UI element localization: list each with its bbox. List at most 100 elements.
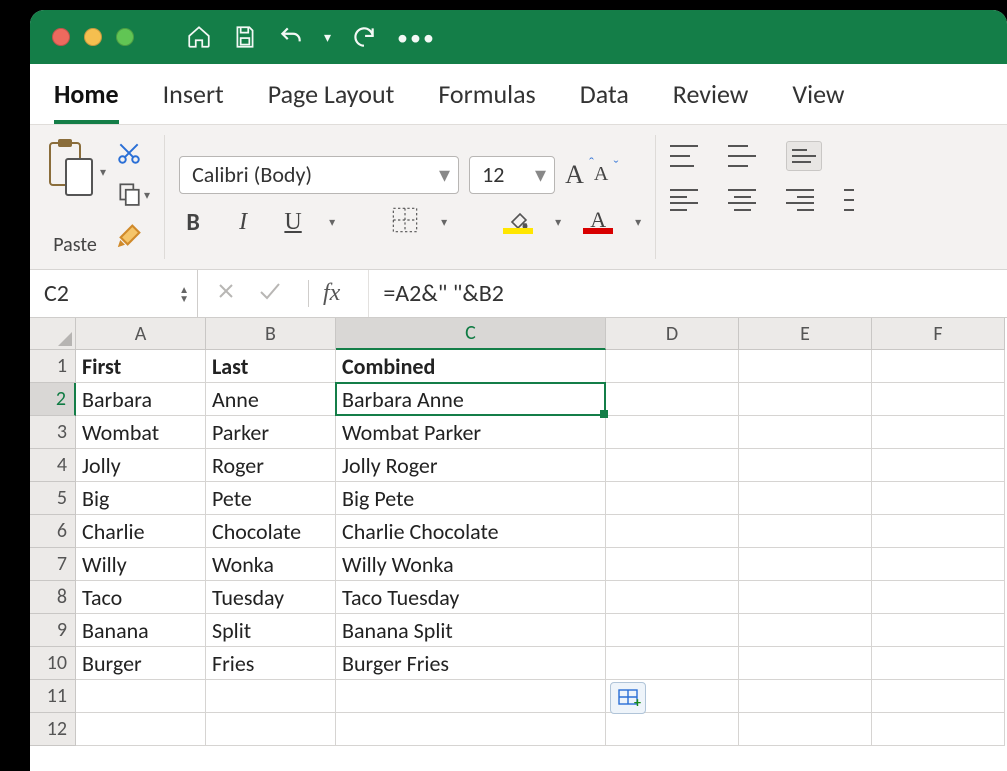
tab-formulas[interactable]: Formulas	[438, 78, 535, 124]
redo-icon[interactable]	[351, 24, 377, 50]
cell[interactable]	[872, 548, 1005, 581]
cell[interactable]	[206, 713, 336, 746]
cell[interactable]	[872, 680, 1005, 713]
cell[interactable]	[872, 482, 1005, 515]
row-header[interactable]: 12	[30, 713, 76, 746]
font-color-button[interactable]: A	[583, 210, 613, 234]
increase-font-icon[interactable]: A	[565, 160, 584, 190]
close-window-button[interactable]	[52, 28, 70, 46]
tab-insert[interactable]: Insert	[163, 78, 224, 124]
underline-dropdown-icon[interactable]: ▾	[329, 215, 335, 230]
row-header[interactable]: 4	[30, 449, 76, 482]
accept-formula-icon[interactable]	[258, 281, 282, 306]
cell[interactable]: Banana	[76, 614, 206, 647]
column-header[interactable]: E	[739, 318, 872, 350]
cell[interactable]	[606, 614, 739, 647]
row-header[interactable]: 6	[30, 515, 76, 548]
cell[interactable]	[606, 383, 739, 416]
row-header[interactable]: 1	[30, 350, 76, 383]
cancel-formula-icon[interactable]	[216, 281, 236, 306]
cell[interactable]: Jolly	[76, 449, 206, 482]
row-header[interactable]: 3	[30, 416, 76, 449]
bold-button[interactable]: B	[179, 208, 207, 237]
font-color-dropdown-icon[interactable]: ▾	[635, 215, 641, 230]
row-header[interactable]: 7	[30, 548, 76, 581]
cell[interactable]	[739, 548, 872, 581]
cell[interactable]: Anne	[206, 383, 336, 416]
copy-icon[interactable]	[116, 180, 142, 211]
cell[interactable]	[739, 680, 872, 713]
cell[interactable]	[739, 581, 872, 614]
align-middle-icon[interactable]	[728, 145, 756, 167]
cell[interactable]	[739, 647, 872, 680]
font-name-select[interactable]: Calibri (Body) ▾	[179, 156, 459, 194]
cell[interactable]	[872, 614, 1005, 647]
cell[interactable]: Jolly Roger	[336, 449, 606, 482]
cell[interactable]: Taco Tuesday	[336, 581, 606, 614]
cells-area[interactable]: FirstLastCombinedBarbaraAnneBarbara Anne…	[76, 350, 1005, 746]
cell[interactable]: Willy Wonka	[336, 548, 606, 581]
tab-data[interactable]: Data	[580, 78, 629, 124]
cell[interactable]	[739, 713, 872, 746]
align-right-icon[interactable]	[786, 189, 814, 211]
column-header[interactable]: C	[336, 318, 606, 350]
zoom-window-button[interactable]	[116, 28, 134, 46]
cell[interactable]	[336, 713, 606, 746]
fill-color-button[interactable]	[503, 210, 533, 234]
cell[interactable]: Burger	[76, 647, 206, 680]
tab-view[interactable]: View	[792, 78, 844, 124]
cell[interactable]	[606, 548, 739, 581]
row-header[interactable]: 11	[30, 680, 76, 713]
paste-dropdown-icon[interactable]: ▾	[100, 165, 106, 180]
save-icon[interactable]	[232, 24, 258, 50]
cell[interactable]	[206, 680, 336, 713]
cell[interactable]	[872, 416, 1005, 449]
cell[interactable]	[872, 350, 1005, 383]
cell[interactable]	[606, 449, 739, 482]
row-header[interactable]: 9	[30, 614, 76, 647]
cell[interactable]: Wonka	[206, 548, 336, 581]
cell[interactable]	[606, 515, 739, 548]
cell[interactable]	[739, 416, 872, 449]
cell[interactable]: Pete	[206, 482, 336, 515]
align-left-icon[interactable]	[670, 189, 698, 211]
paste-icon[interactable]	[44, 137, 98, 208]
cell[interactable]: Fries	[206, 647, 336, 680]
format-painter-icon[interactable]	[116, 221, 144, 254]
undo-icon[interactable]	[278, 24, 304, 50]
cell[interactable]: Charlie Chocolate	[336, 515, 606, 548]
row-header[interactable]: 2	[30, 383, 76, 416]
cell[interactable]	[606, 647, 739, 680]
tab-home[interactable]: Home	[54, 78, 119, 124]
cell[interactable]	[76, 713, 206, 746]
cell[interactable]	[872, 515, 1005, 548]
minimize-window-button[interactable]	[84, 28, 102, 46]
copy-dropdown-icon[interactable]: ▾	[144, 188, 150, 203]
borders-icon[interactable]	[391, 206, 419, 239]
cell[interactable]: Combined	[336, 350, 606, 383]
font-size-select[interactable]: 12 ▾	[469, 156, 555, 194]
cell[interactable]: Banana Split	[336, 614, 606, 647]
cell[interactable]	[739, 482, 872, 515]
cell[interactable]	[872, 647, 1005, 680]
cell[interactable]	[739, 614, 872, 647]
cell[interactable]	[872, 713, 1005, 746]
cell[interactable]	[872, 383, 1005, 416]
cell[interactable]	[739, 383, 872, 416]
cell[interactable]: Last	[206, 350, 336, 383]
home-icon[interactable]	[186, 24, 212, 50]
column-header[interactable]: F	[872, 318, 1005, 350]
cell[interactable]	[872, 449, 1005, 482]
name-box-stepper[interactable]: ▲▼	[179, 285, 189, 303]
cell[interactable]: Roger	[206, 449, 336, 482]
align-more-icon[interactable]	[844, 189, 854, 211]
cell[interactable]: First	[76, 350, 206, 383]
cut-icon[interactable]	[116, 140, 142, 171]
select-all-corner[interactable]	[30, 318, 76, 350]
cell[interactable]	[76, 680, 206, 713]
tab-review[interactable]: Review	[673, 78, 749, 124]
cell[interactable]	[872, 581, 1005, 614]
row-header[interactable]: 8	[30, 581, 76, 614]
align-bottom-icon[interactable]	[786, 141, 822, 171]
cell[interactable]: Big	[76, 482, 206, 515]
